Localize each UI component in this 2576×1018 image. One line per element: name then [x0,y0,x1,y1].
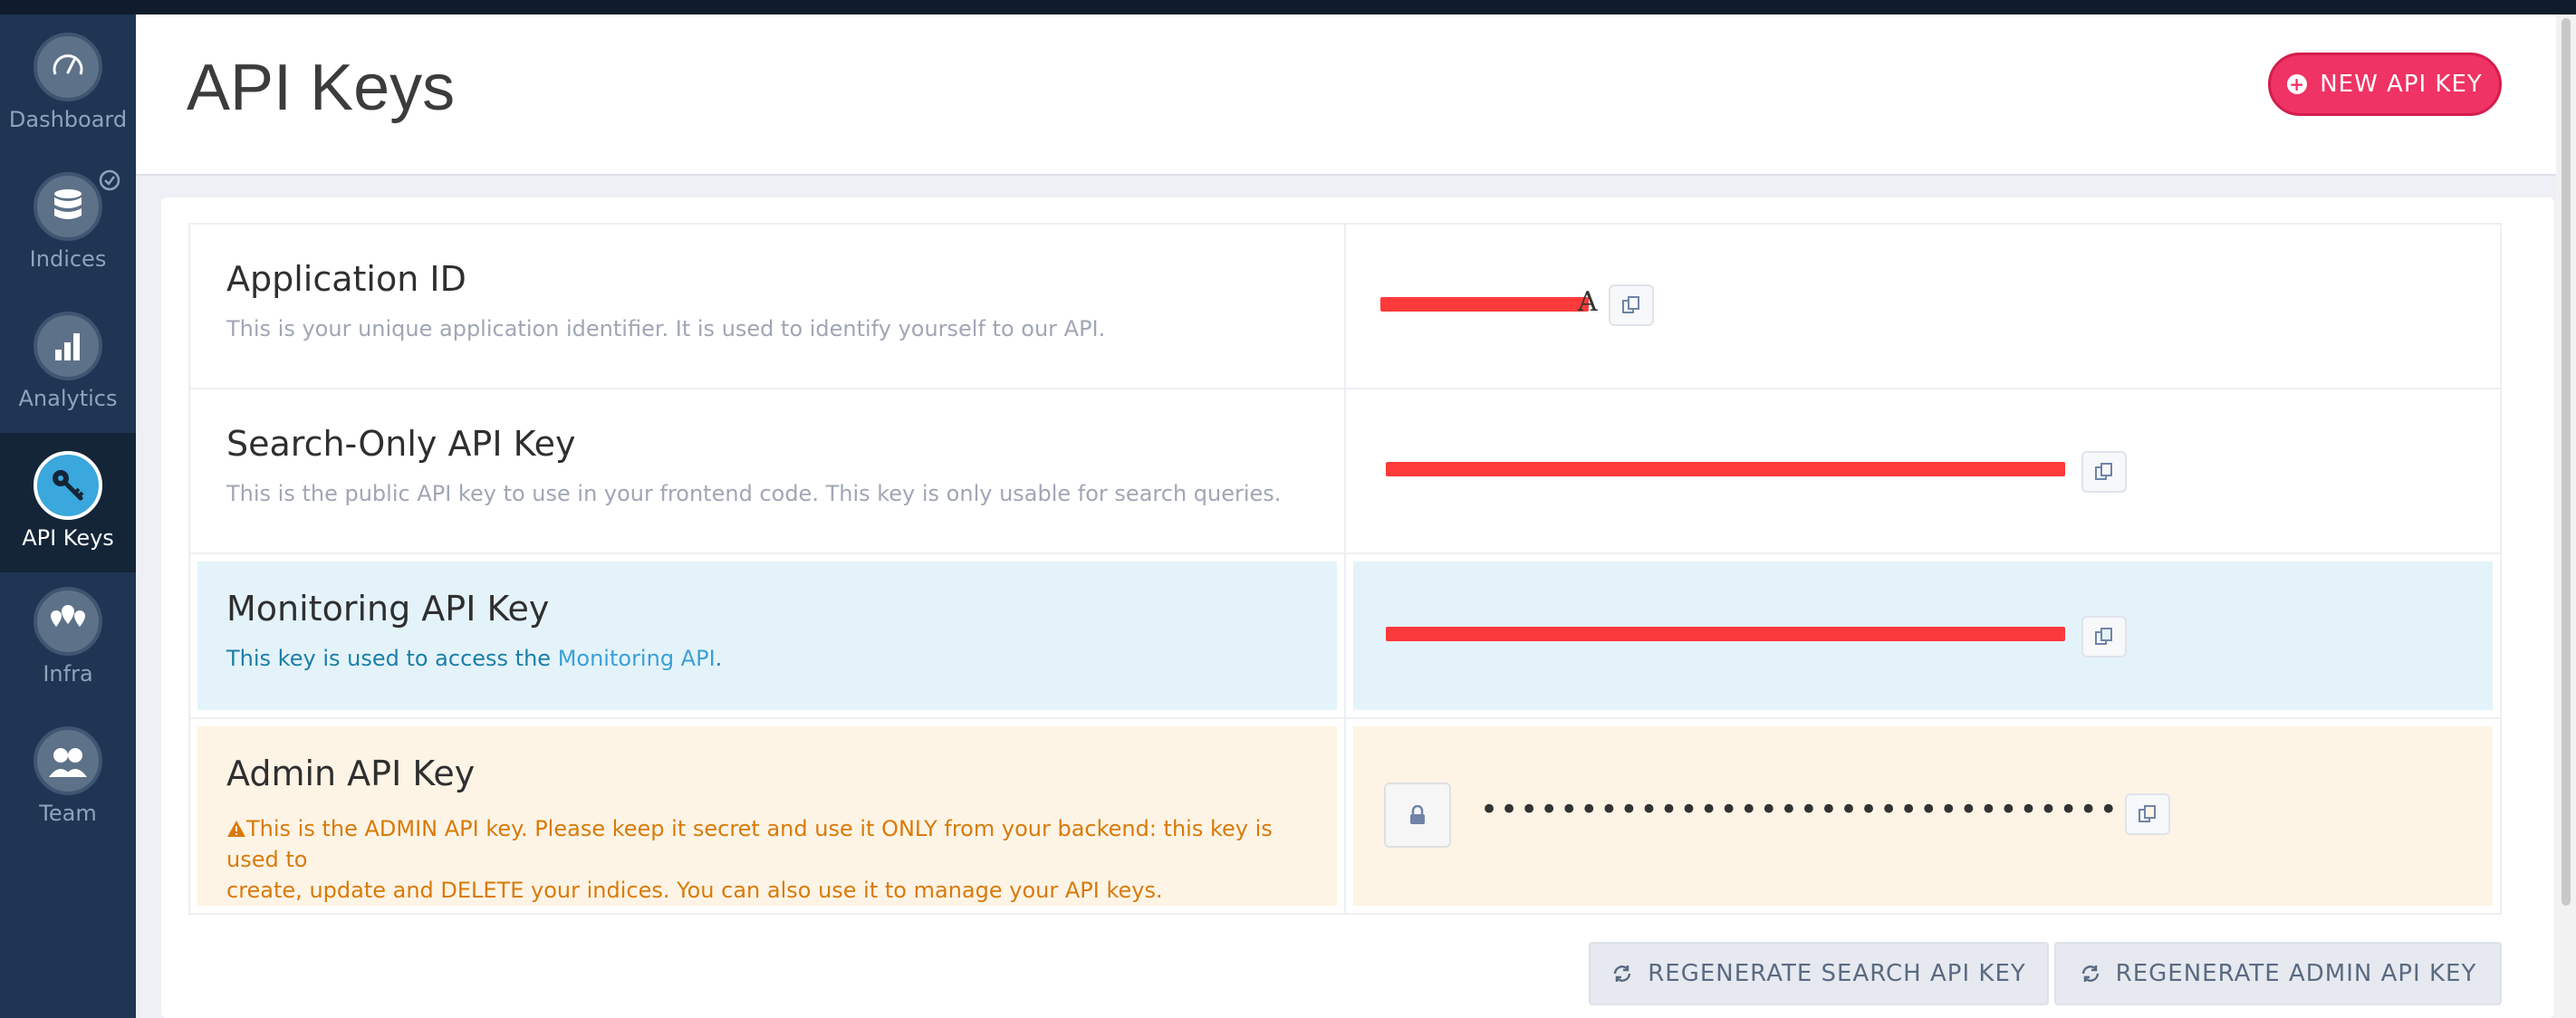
copy-icon [1622,296,1639,313]
refresh-icon [1613,965,1631,982]
copy-icon [2139,805,2156,822]
row-value [1346,554,2500,717]
row-description: This key is used to access the Monitorin… [226,646,723,671]
row-monitoring-key: Monitoring API Key This key is used to a… [190,554,2500,719]
search-key-value [1386,455,2074,482]
copy-admin-key-button[interactable] [2125,793,2170,835]
monitoring-value-panel [1353,562,2493,710]
copy-search-key-button[interactable] [2081,451,2127,493]
monitoring-api-link[interactable]: Monitoring API [558,646,716,671]
sidebar-item-label: Team [39,801,97,826]
sidebar-item-api-keys[interactable]: API Keys [0,433,136,572]
row-title: Application ID [226,259,466,299]
new-api-key-button[interactable]: + NEW API KEY [2268,53,2502,116]
page-title: API Keys [187,52,456,124]
redaction-mark [1380,297,1589,312]
sidebar-item-infra[interactable]: Infra [0,569,136,708]
redaction-mark [1386,627,2065,641]
admin-value-panel: •••••••••••••••••••••••••••••••• [1353,726,2493,906]
refresh-icon [2081,965,2099,982]
regenerate-admin-key-button[interactable]: REGENERATE ADMIN API KEY [2054,942,2502,1005]
regenerate-search-key-button[interactable]: REGENERATE SEARCH API KEY [1589,942,2049,1005]
row-admin-key: Admin API Key This is the ADMIN API key.… [190,719,2500,913]
copy-icon [2095,463,2112,480]
row-application-id: Application ID This is your unique appli… [190,225,2500,389]
reveal-admin-key-button[interactable] [1384,783,1451,848]
row-info: Application ID This is your unique appli… [190,225,1346,388]
row-value: •••••••••••••••••••••••••••••••• [1346,719,2500,913]
row-value: A [1346,225,2500,388]
redaction-mark [1386,462,2065,476]
sidebar: Dashboard Indices Analytics API Keys Inf… [0,14,136,1018]
map-pin-icon [34,587,102,656]
monitoring-info-panel: Monitoring API Key This key is used to a… [197,562,1337,710]
team-icon [34,726,102,795]
check-circle-icon [99,169,120,191]
key-icon [34,451,102,520]
copy-monitoring-key-button[interactable] [2081,616,2127,658]
warning-triangle-icon [227,821,245,837]
row-search-only-key: Search-Only API Key This is the public A… [190,389,2500,554]
sidebar-item-dashboard[interactable]: Dashboard [0,14,136,154]
monitoring-key-value [1386,619,2074,647]
row-info: Admin API Key This is the ADMIN API key.… [190,719,1346,913]
admin-key-masked: •••••••••••••••••••••••••••••••• [1480,792,2119,828]
scrollbar-thumb[interactable] [2562,18,2571,906]
admin-info-panel: Admin API Key This is the ADMIN API key.… [197,726,1337,906]
database-icon [34,172,102,241]
row-description: This is your unique application identifi… [226,316,1106,341]
admin-warning: This is the ADMIN API key. Please keep i… [226,816,1273,903]
bar-chart-icon [34,312,102,380]
sidebar-item-label: Analytics [18,386,118,411]
copy-icon [2095,628,2112,645]
plus-circle-icon: + [2287,74,2308,94]
row-title: Admin API Key [226,754,476,793]
row-value [1346,389,2500,552]
sidebar-item-label: Indices [29,246,107,272]
sidebar-item-label: Dashboard [8,107,128,132]
row-info: Search-Only API Key This is the public A… [190,389,1346,552]
sidebar-item-analytics[interactable]: Analytics [0,293,136,433]
sidebar-item-indices[interactable]: Indices [0,154,136,293]
row-info: Monitoring API Key This key is used to a… [190,554,1346,717]
sidebar-item-label: Infra [43,661,93,687]
application-id-value: A [1380,286,1598,318]
sidebar-item-team[interactable]: Team [0,708,136,848]
top-bar [0,0,2576,14]
page-header: API Keys + NEW API KEY [136,14,2556,176]
api-keys-table: Application ID This is your unique appli… [188,223,2502,915]
dashboard-gauge-icon [34,33,102,101]
row-description: This is the public API key to use in you… [226,481,1282,506]
copy-application-id-button[interactable] [1609,284,1654,326]
row-title: Search-Only API Key [226,424,576,464]
lock-icon [1410,805,1425,824]
regenerate-admin-label: REGENERATE ADMIN API KEY [2115,960,2477,987]
scrollbar[interactable] [2556,14,2576,1018]
new-api-key-label: NEW API KEY [2320,71,2483,98]
regenerate-search-label: REGENERATE SEARCH API KEY [1648,960,2026,987]
row-title: Monitoring API Key [226,589,550,629]
sidebar-item-label: API Keys [22,525,114,551]
